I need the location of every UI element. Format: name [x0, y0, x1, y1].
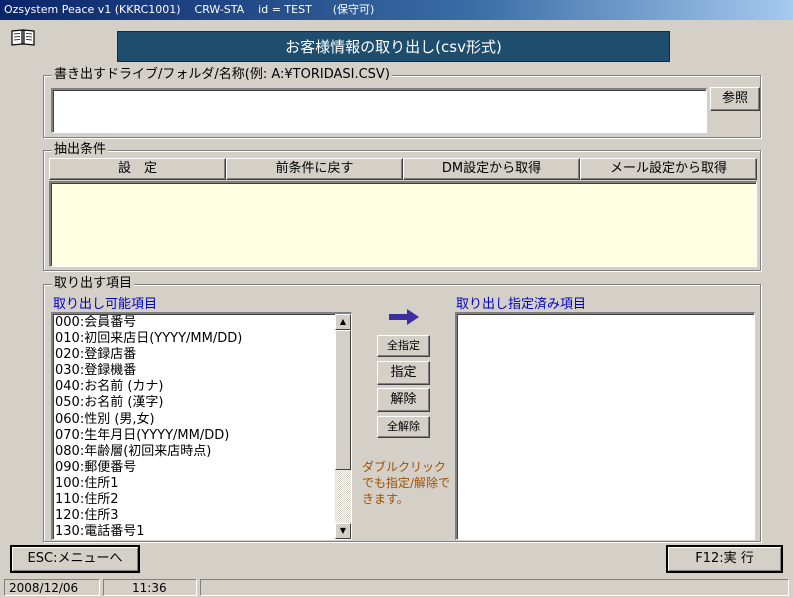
book-icon[interactable]: [11, 28, 35, 46]
available-list-item[interactable]: 090:郵便番号: [53, 460, 334, 476]
status-bar: 2008/12/06 11:36: [0, 577, 793, 598]
selected-items-list[interactable]: [455, 312, 755, 540]
output-path-legend: 書き出すドライブ/フォルダ/名称(例: A:¥TORIDASI.CSV): [52, 67, 392, 83]
available-list-scrollbar[interactable]: ▲ ▼: [335, 314, 351, 539]
selected-items-label: 取り出し指定済み項目: [456, 297, 587, 312]
arrow-right-icon: [389, 309, 419, 325]
available-list-item[interactable]: 130:電話番号1: [53, 524, 334, 539]
condition-legend: 抽出条件: [52, 142, 109, 158]
add-button[interactable]: 指定: [377, 361, 430, 385]
available-list-item[interactable]: 010:初回来店日(YYYY/MM/DD): [53, 331, 334, 347]
available-list-item[interactable]: 020:登録店番: [53, 347, 334, 363]
scroll-up-button[interactable]: ▲: [335, 314, 351, 330]
output-path-field[interactable]: [51, 88, 707, 133]
available-list-item[interactable]: 070:生年月日(YYYY/MM/DD): [53, 428, 334, 444]
available-list-item[interactable]: 060:性別 (男,女): [53, 412, 334, 428]
remove-all-button[interactable]: 全解除: [377, 416, 430, 438]
scroll-thumb[interactable]: [335, 330, 351, 470]
available-items-label: 取り出し可能項目: [53, 297, 158, 312]
get-from-dm-settings-button[interactable]: DM設定から取得: [403, 158, 580, 180]
available-list-item[interactable]: 100:住所1: [53, 476, 334, 492]
remove-button[interactable]: 解除: [377, 388, 430, 412]
fields-legend: 取り出す項目: [52, 276, 135, 292]
window-title: Ozsystem Peace v1 (KKRC1001) CRW-STA id …: [0, 0, 793, 20]
restore-previous-condition-button[interactable]: 前条件に戻す: [226, 158, 403, 180]
available-items-container: 000:会員番号 010:初回来店日(YYYY/MM/DD) 020:登録店番 030…: [53, 315, 334, 539]
available-list-item[interactable]: 000:会員番号: [53, 315, 334, 331]
f12-execute-button[interactable]: F12:実 行: [666, 545, 783, 573]
available-list-item[interactable]: 040:お名前 (カナ): [53, 379, 334, 395]
available-items-list[interactable]: 000:会員番号 010:初回来店日(YYYY/MM/DD) 020:登録店番 030…: [51, 312, 352, 540]
available-list-item[interactable]: 050:お名前 (漢字): [53, 395, 334, 411]
status-time: 11:36: [103, 579, 197, 596]
condition-set-button[interactable]: 設 定: [49, 158, 226, 180]
get-from-mail-settings-button[interactable]: メール設定から取得: [580, 158, 757, 180]
available-list-item[interactable]: 030:登録機番: [53, 363, 334, 379]
scroll-down-button[interactable]: ▼: [335, 523, 351, 539]
status-panel-empty: [200, 579, 789, 596]
status-date: 2008/12/06: [4, 579, 100, 596]
browse-button[interactable]: 参照: [710, 87, 760, 111]
page-title: お客様情報の取り出し(csv形式): [117, 31, 670, 62]
add-all-button[interactable]: 全指定: [377, 335, 430, 357]
available-list-item[interactable]: 110:住所2: [53, 492, 334, 508]
esc-menu-button[interactable]: ESC:メニューへ: [10, 545, 140, 573]
available-list-item[interactable]: 080:年齢層(初回来店時点): [53, 444, 334, 460]
available-list-item[interactable]: 120:住所3: [53, 508, 334, 524]
double-click-hint: ダブルクリックでも指定/解除できます。: [362, 460, 451, 506]
condition-display: [49, 181, 757, 267]
